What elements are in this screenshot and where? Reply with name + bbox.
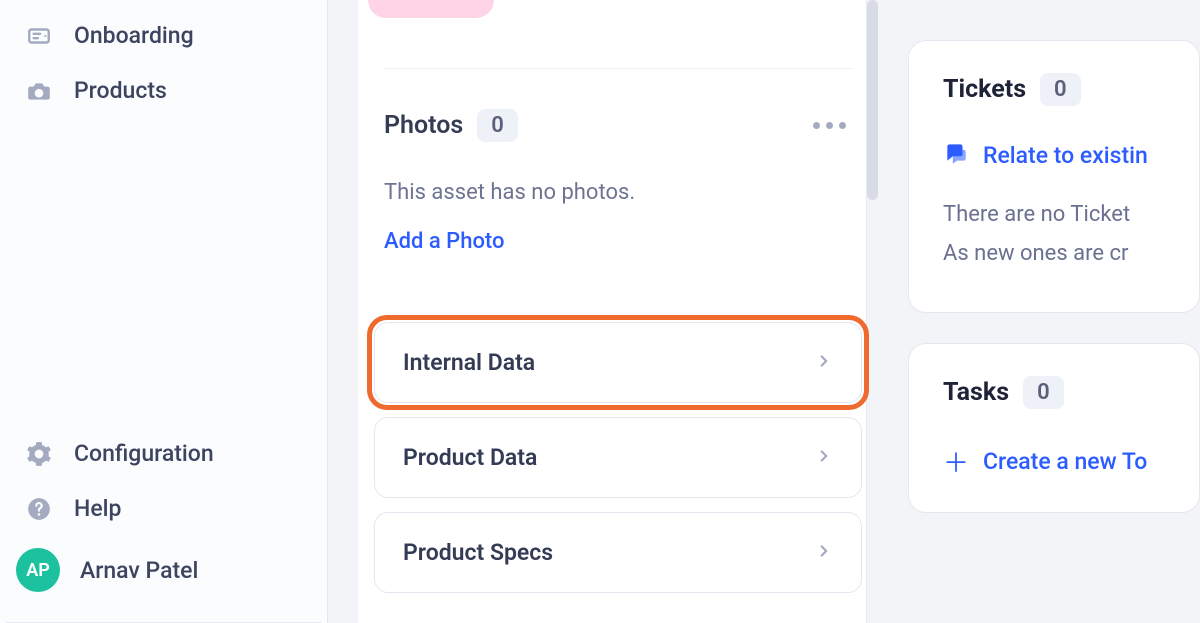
avatar: AP xyxy=(16,548,60,592)
main-panel: Photos 0 This asset has no photos. Add a… xyxy=(358,0,878,623)
onboarding-icon xyxy=(24,23,54,49)
sidebar-item-help[interactable]: Help xyxy=(0,481,327,536)
tickets-title: Tickets xyxy=(943,75,1026,104)
right-panel: Tickets 0 Relate to existin There are no… xyxy=(908,0,1200,623)
chevron-right-icon xyxy=(815,447,833,469)
create-label: Create a new To xyxy=(983,448,1147,475)
tickets-count-badge: 0 xyxy=(1040,73,1081,106)
sidebar-item-label: Configuration xyxy=(74,440,214,467)
more-menu-icon[interactable] xyxy=(807,116,852,135)
sidebar-item-products[interactable]: Products xyxy=(0,63,327,118)
accordion-label: Internal Data xyxy=(403,349,535,376)
section-divider xyxy=(384,68,852,69)
accordion-label: Product Specs xyxy=(403,539,553,566)
help-icon xyxy=(24,496,54,522)
photos-title: Photos xyxy=(384,111,463,140)
sidebar-item-label: Products xyxy=(74,77,167,104)
sidebar: Onboarding Products Configuration Hel xyxy=(0,0,328,623)
accordion-product-specs[interactable]: Product Specs xyxy=(374,512,862,593)
accordion-list: Internal Data Product Data Product Specs xyxy=(358,322,878,593)
sidebar-item-configuration[interactable]: Configuration xyxy=(0,426,327,481)
gear-icon xyxy=(24,441,54,467)
tickets-empty-text: There are no Ticket xyxy=(943,202,1165,227)
accordion-label: Product Data xyxy=(403,444,537,471)
tasks-count-badge: 0 xyxy=(1023,376,1064,409)
relate-label: Relate to existin xyxy=(983,142,1148,169)
add-photo-link[interactable]: Add a Photo xyxy=(384,229,852,254)
tickets-info-text: As new ones are cr xyxy=(943,241,1165,266)
photos-count-badge: 0 xyxy=(477,109,518,142)
pink-pill xyxy=(368,0,494,18)
sidebar-item-label: Help xyxy=(74,495,121,522)
chevron-right-icon xyxy=(815,542,833,564)
sidebar-item-label: Onboarding xyxy=(74,22,194,49)
plus-icon: ＋ xyxy=(943,443,969,480)
scrollbar[interactable] xyxy=(866,0,878,623)
accordion-internal-data[interactable]: Internal Data xyxy=(374,322,862,403)
user-profile[interactable]: AP Arnav Patel xyxy=(0,536,327,604)
relate-existing-link[interactable]: Relate to existin xyxy=(943,140,1165,170)
user-name: Arnav Patel xyxy=(80,557,198,584)
sidebar-item-onboarding[interactable]: Onboarding xyxy=(0,8,327,63)
chevron-right-icon xyxy=(815,352,833,374)
create-task-link[interactable]: ＋ Create a new To xyxy=(943,443,1165,480)
relate-icon xyxy=(943,140,969,170)
camera-icon xyxy=(24,78,54,104)
accordion-product-data[interactable]: Product Data xyxy=(374,417,862,498)
tasks-title: Tasks xyxy=(943,378,1009,407)
tickets-card: Tickets 0 Relate to existin There are no… xyxy=(908,40,1200,313)
photos-empty-text: This asset has no photos. xyxy=(384,180,852,205)
tasks-card: Tasks 0 ＋ Create a new To xyxy=(908,343,1200,513)
